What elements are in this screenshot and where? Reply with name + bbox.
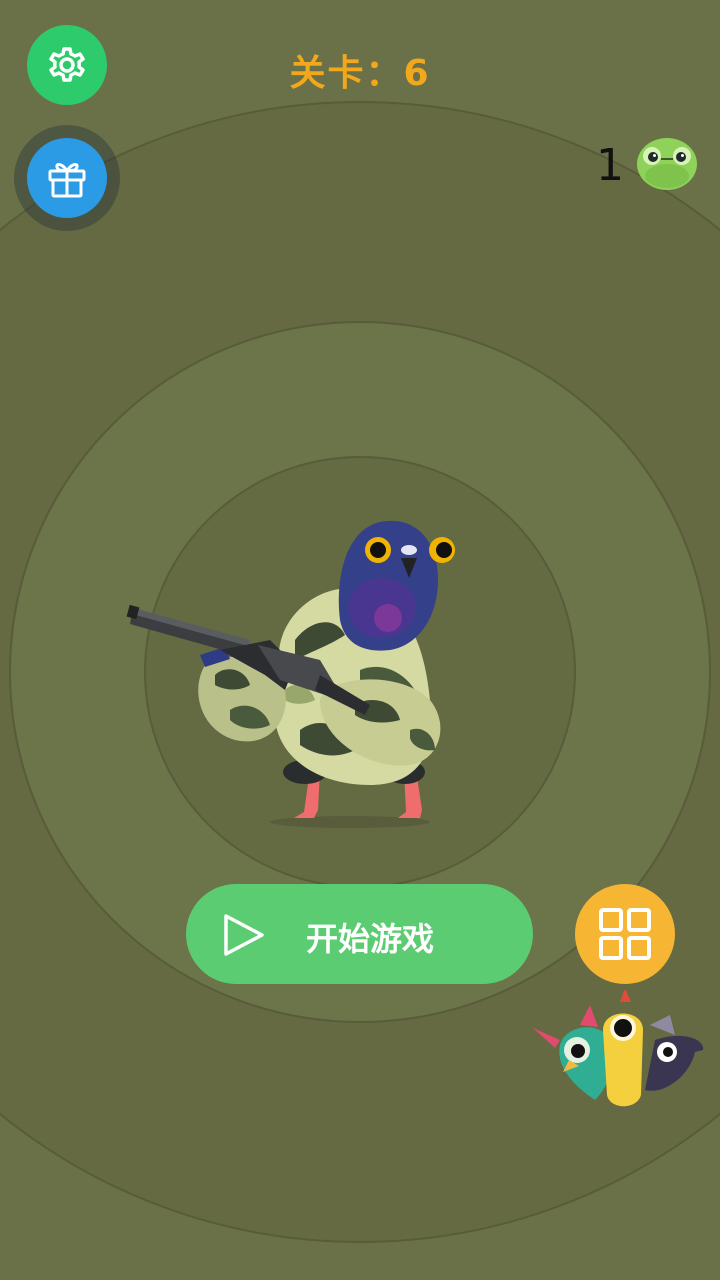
grid-menu-icon	[599, 908, 651, 960]
bird-characters-promo[interactable]	[525, 990, 710, 1115]
pigeon-character	[126, 520, 455, 828]
start-game-label: 开始游戏	[306, 920, 435, 958]
enemy-frog-avatar	[637, 138, 697, 190]
enemy-count: 1	[596, 140, 624, 191]
grid-menu-button[interactable]	[575, 884, 675, 984]
game-stage: 关卡：6 1 开始游戏	[0, 0, 720, 1280]
settings-button[interactable]	[27, 25, 107, 105]
gift-icon	[48, 163, 86, 198]
gift-button[interactable]	[27, 138, 107, 218]
level-value: 6	[403, 53, 431, 94]
start-game-button[interactable]: 开始游戏	[186, 884, 533, 984]
level-label: 关卡：	[289, 53, 404, 94]
gear-icon	[49, 47, 85, 82]
play-icon	[224, 914, 264, 956]
level-indicator: 关卡：6	[240, 44, 480, 96]
